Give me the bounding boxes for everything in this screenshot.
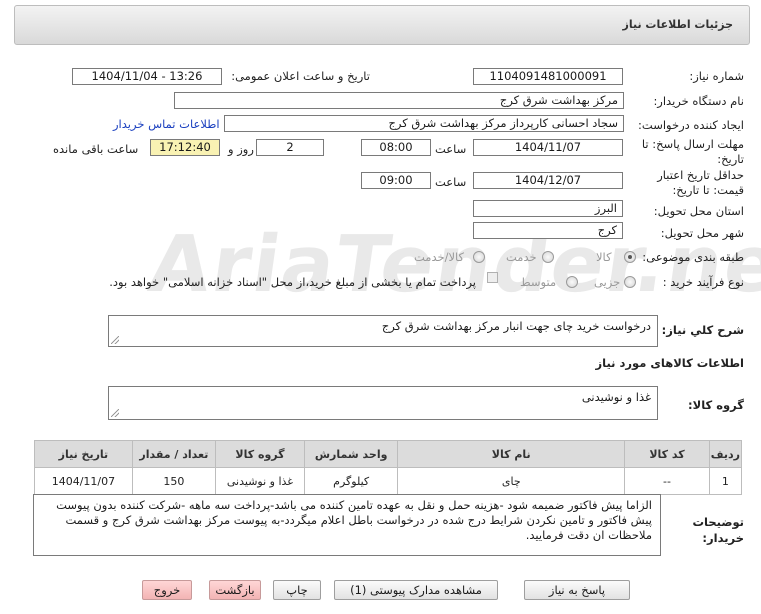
announce-field[interactable]: 1404/11/04 - 13:26 xyxy=(72,68,222,85)
need-number-label: شماره نیاز: xyxy=(689,69,744,83)
col-date-header: تاریخ نیاز xyxy=(34,440,133,468)
resize-grip-icon[interactable] xyxy=(111,409,119,417)
process-medium-radio[interactable] xyxy=(566,276,578,288)
validity-time-field[interactable]: 09:00 xyxy=(361,172,431,189)
days-label: روز و xyxy=(228,142,254,156)
remaining-time-field: 17:12:40 xyxy=(150,139,220,156)
remaining-label: ساعت باقی مانده xyxy=(53,142,139,156)
cell-group: غذا و نوشیدنی xyxy=(214,467,306,495)
deadline-time-label: ساعت xyxy=(435,142,467,156)
process-minor-label: جزیی xyxy=(594,275,621,289)
col-group-header: گروه کالا xyxy=(214,440,306,468)
notes-label: توضیحات خریدار: xyxy=(692,515,745,545)
back-button[interactable]: بازگشت xyxy=(209,580,261,600)
process-medium-label: متوسط xyxy=(520,275,557,289)
col-row-header: ردیف xyxy=(708,440,743,468)
summary-label: شرح کلي نياز: xyxy=(661,323,744,337)
goods-group-label: گروه کالا: xyxy=(688,398,744,412)
col-unit-header: واحد شمارش xyxy=(304,440,399,468)
cell-row: 1 xyxy=(708,467,743,495)
exit-button[interactable]: خروج xyxy=(142,580,192,600)
col-qty-header: تعداد / مقدار xyxy=(131,440,216,468)
resize-grip-icon[interactable] xyxy=(111,336,119,344)
notes-field[interactable]: الزاما پیش فاکتور ضمیمه شود -هزینه حمل و… xyxy=(33,494,661,556)
province-field[interactable]: البرز xyxy=(473,200,623,217)
buyer-contact-link[interactable]: اطلاعات تماس خریدار xyxy=(113,117,220,131)
buyer-org-label: نام دستگاه خریدار: xyxy=(653,94,744,108)
creator-label: ایجاد کننده درخواست: xyxy=(638,118,744,132)
goods-table: ردیف کد کالا نام کالا واحد شمارش گروه کا… xyxy=(34,440,743,495)
cell-unit: کیلوگرم xyxy=(304,467,399,495)
cell-name: چای xyxy=(397,467,626,495)
goods-group-text: غذا و نوشیدنی xyxy=(581,390,651,404)
buyer-org-field[interactable]: مرکز بهداشت شرق کرج xyxy=(174,92,624,109)
summary-text: درخواست خرید چای جهت انبار مرکز بهداشت ش… xyxy=(381,319,651,333)
validity-date-field[interactable]: 1404/12/07 xyxy=(473,172,623,189)
city-field[interactable]: کرج xyxy=(473,222,623,239)
col-code-header: کد کالا xyxy=(624,440,710,468)
validity-label: حداقل تاریخ اعتبار قیمت: تا تاریخ: xyxy=(657,168,744,197)
category-service-radio[interactable] xyxy=(542,251,554,263)
cell-date: 1404/11/07 xyxy=(34,467,133,495)
category-goods-radio[interactable] xyxy=(624,251,636,263)
process-label: نوع فرآیند خرید : xyxy=(662,275,744,289)
col-name-header: نام کالا xyxy=(397,440,626,468)
need-number-field[interactable]: 1104091481000091 xyxy=(473,68,623,85)
goods-group-field[interactable]: غذا و نوشیدنی xyxy=(108,386,658,420)
page-title: جزئیات اطلاعات نیاز xyxy=(622,18,734,31)
attachments-button[interactable]: مشاهده مدارک پیوستی (1) xyxy=(334,580,498,600)
category-both-label: کالا/خدمت xyxy=(414,250,465,264)
category-label: طبقه بندی موضوعی: xyxy=(642,250,744,264)
notes-text: الزاما پیش فاکتور ضمیمه شود -هزینه حمل و… xyxy=(56,498,652,542)
validity-time-label: ساعت xyxy=(435,175,467,189)
deadline-time-field[interactable]: 08:00 xyxy=(361,139,431,156)
payment-note: پرداخت تمام یا بخشی از مبلغ خرید،از محل … xyxy=(109,275,476,289)
deadline-label: مهلت ارسال پاسخ: تا تاریخ: xyxy=(641,137,744,166)
treasury-checkbox[interactable] xyxy=(487,272,498,283)
city-label: شهر محل تحویل: xyxy=(660,226,744,240)
goods-info-heading: اطلاعات کالاهای مورد نیاز xyxy=(595,356,744,370)
announce-label: تاریخ و ساعت اعلان عمومی: xyxy=(231,69,370,83)
table-header-row: ردیف کد کالا نام کالا واحد شمارش گروه کا… xyxy=(34,440,743,468)
cell-qty: 150 xyxy=(131,467,216,495)
reply-button[interactable]: پاسخ به نیاز xyxy=(524,580,630,600)
summary-field[interactable]: درخواست خرید چای جهت انبار مرکز بهداشت ش… xyxy=(108,315,658,347)
days-field[interactable]: 2 xyxy=(256,139,324,156)
province-label: استان محل تحویل: xyxy=(653,204,744,218)
category-both-radio[interactable] xyxy=(473,251,485,263)
category-goods-label: کالا xyxy=(596,250,612,264)
cell-code: -- xyxy=(624,467,710,495)
creator-field[interactable]: سجاد احسانی کارپرداز مرکز بهداشت شرق کرج xyxy=(224,115,624,132)
process-minor-radio[interactable] xyxy=(624,276,636,288)
print-button[interactable]: چاپ xyxy=(273,580,321,600)
deadline-date-field[interactable]: 1404/11/07 xyxy=(473,139,623,156)
table-row[interactable]: 1 -- چای کیلوگرم غذا و نوشیدنی 150 1404/… xyxy=(34,467,743,495)
header-panel: جزئیات اطلاعات نیاز xyxy=(14,5,750,45)
category-service-label: خدمت xyxy=(506,250,537,264)
